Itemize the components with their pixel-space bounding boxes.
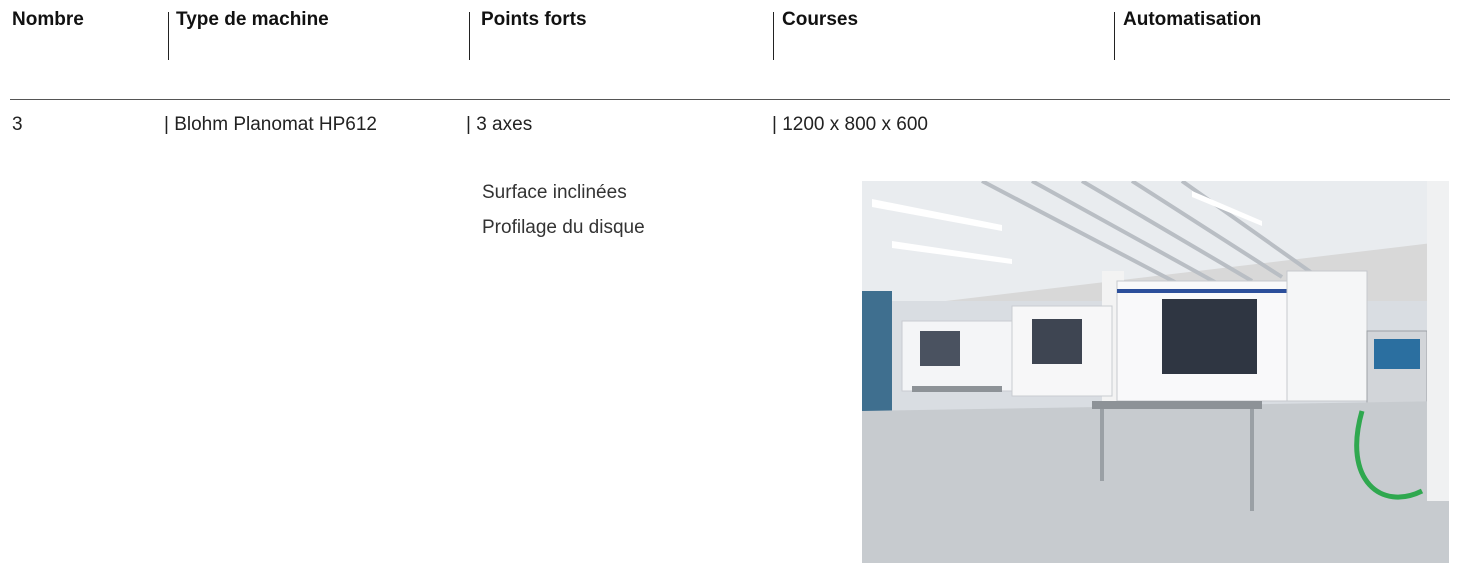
- header-automatisation: Automatisation: [1123, 9, 1262, 30]
- workshop-photo: [862, 181, 1449, 563]
- header-divider: [1114, 12, 1115, 60]
- header-divider: [168, 12, 169, 60]
- points-forts-item: Surface inclinées: [482, 182, 627, 203]
- cell-type-machine: | Blohm Planomat HP612: [164, 114, 377, 135]
- header-divider: [469, 12, 470, 60]
- header-points-forts: Points forts: [481, 9, 587, 30]
- cell-points-forts: | 3 axes: [466, 114, 533, 135]
- cell-courses: | 1200 x 800 x 600: [772, 114, 928, 135]
- header-nombre: Nombre: [12, 9, 84, 30]
- table-rule: [10, 99, 1450, 100]
- header-courses: Courses: [782, 9, 859, 30]
- header-type-machine: Type de machine: [176, 9, 329, 30]
- cell-nombre: 3: [12, 114, 23, 135]
- points-forts-item: Profilage du disque: [482, 217, 645, 238]
- header-divider: [773, 12, 774, 60]
